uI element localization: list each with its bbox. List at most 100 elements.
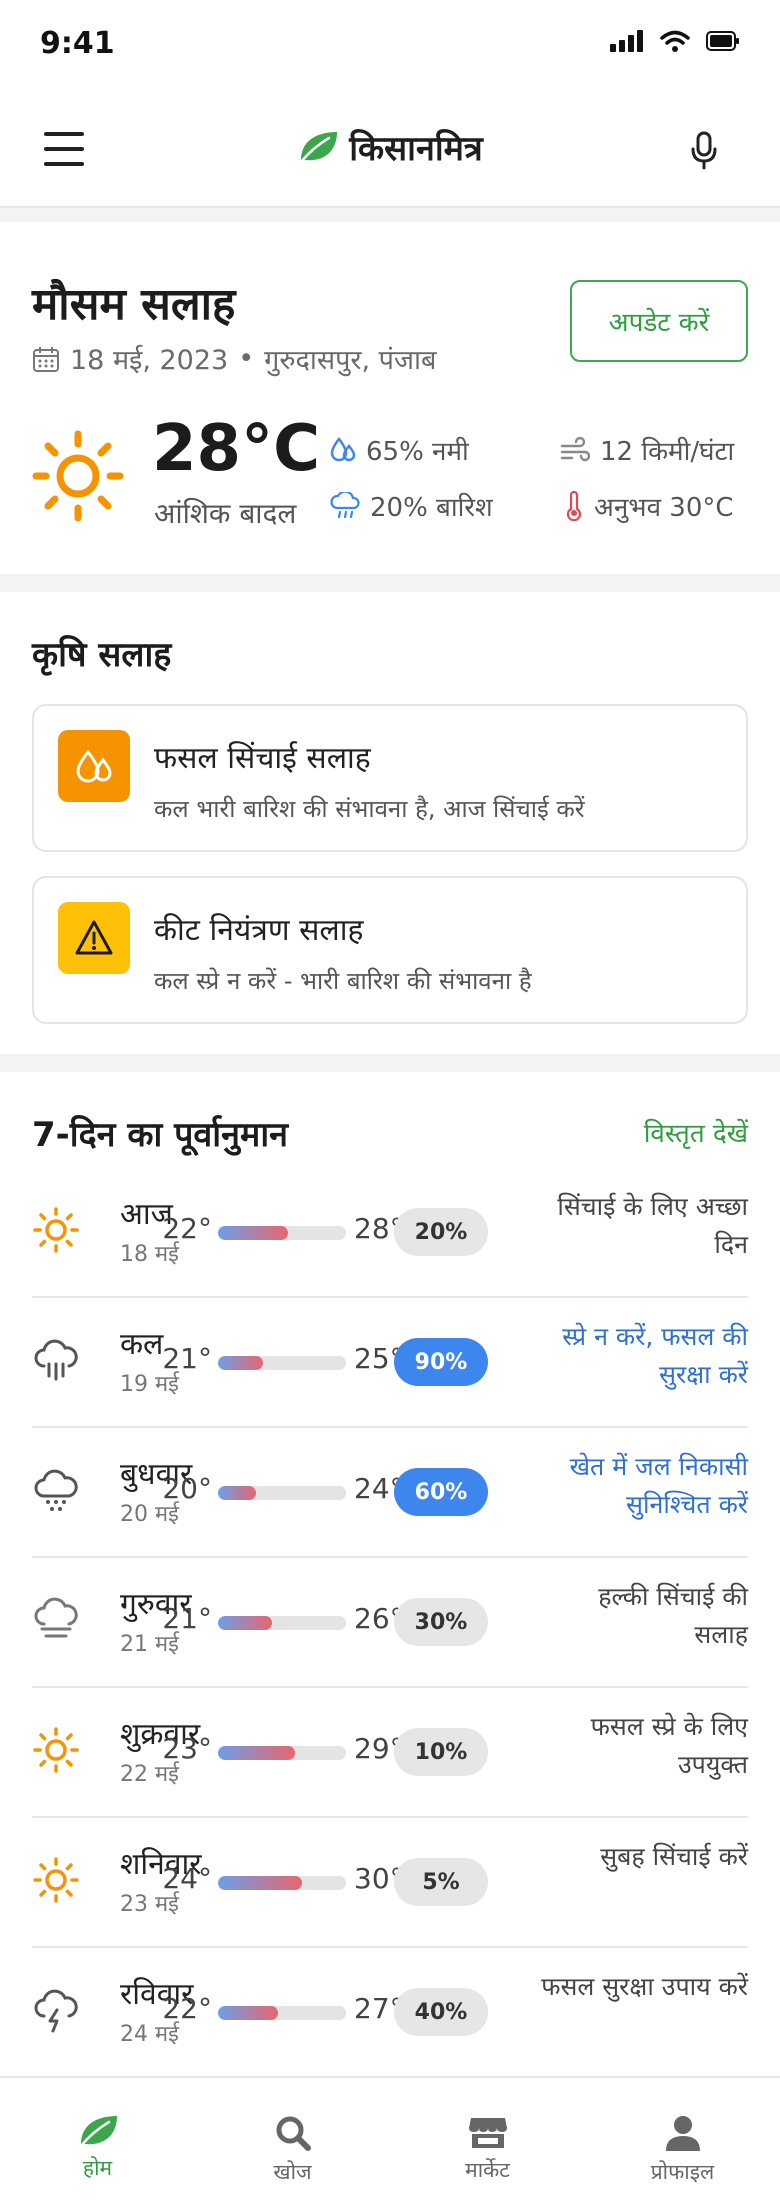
temp-range-bar bbox=[218, 1486, 346, 1500]
wind-value: 12 किमी/घंटा bbox=[600, 437, 735, 467]
nav-home[interactable]: होम bbox=[0, 2078, 195, 2206]
temp-min: 22° bbox=[162, 1212, 212, 1245]
weather-title: मौसम सलाह bbox=[32, 279, 236, 330]
temp-range-bar bbox=[218, 1746, 346, 1760]
rain-icon bbox=[330, 492, 360, 519]
feels-like-value: अनुभव 30°C bbox=[594, 493, 734, 523]
forecast-day-row[interactable]: कल 19 मई 21° 25° 90% स्प्रे न करें, फसल की सु… bbox=[32, 1298, 748, 1428]
nav-label: खोज bbox=[273, 2160, 312, 2184]
day-advice: सुबह सिंचाई करें bbox=[600, 1842, 748, 1871]
wind-icon bbox=[560, 437, 590, 462]
microphone-icon bbox=[691, 131, 717, 170]
day-advice: फसल स्प्रे के लिए उपयुक्त bbox=[590, 1712, 748, 1779]
temp-range-bar bbox=[218, 1616, 346, 1630]
day-advice: फसल सुरक्षा उपाय करें bbox=[541, 1972, 748, 2001]
bottom-nav: होम खोज मार्केट प्रोफाइल bbox=[0, 2076, 780, 2206]
humidity-stat: 65% नमी bbox=[330, 432, 469, 468]
brand-name: किसानमित्र bbox=[349, 129, 483, 169]
rain-chance-badge: 5% bbox=[394, 1858, 488, 1906]
temp-range-fill bbox=[218, 1746, 295, 1760]
weather-meta: 18 मई, 2023 • गुरुदासपुर, पंजाब bbox=[32, 340, 436, 377]
weather-condition: आंशिक बादल bbox=[154, 497, 297, 530]
advice-item-irrigation[interactable]: फसल सिंचाई सलाह कल भारी बारिश की संभावना… bbox=[32, 704, 748, 852]
nav-search[interactable]: खोज bbox=[195, 2078, 390, 2206]
temp-range-bar bbox=[218, 2006, 346, 2020]
thunder-cloud-icon bbox=[32, 1986, 80, 2034]
forecast-card: 7-दिन का पूर्वानुमान विस्तृत देखें आज 18 … bbox=[0, 1072, 780, 2076]
nav-profile[interactable]: प्रोफाइल bbox=[585, 2078, 780, 2206]
drizzle-cloud-icon bbox=[32, 1466, 80, 1514]
rain-chance-badge: 20% bbox=[394, 1208, 488, 1256]
rain-value: 20% बारिश bbox=[370, 493, 493, 523]
view-details-link[interactable]: विस्तृत देखें bbox=[644, 1114, 748, 1150]
temp-range-fill bbox=[218, 1486, 257, 1500]
sun-icon bbox=[32, 1726, 80, 1774]
day-advice: स्प्रे न करें, फसल की सुरक्षा करें bbox=[562, 1322, 748, 1389]
temp-min: 20° bbox=[162, 1472, 212, 1505]
weather-date: 18 मई, 2023 bbox=[70, 345, 229, 376]
sun-icon bbox=[32, 1856, 80, 1904]
thermometer-icon bbox=[566, 491, 582, 521]
status-bar: 9:41 bbox=[0, 0, 780, 90]
advice-item-pest-control[interactable]: कीट नियंत्रण सलाह कल स्प्रे न करें - भार… bbox=[32, 876, 748, 1024]
water-drops-icon bbox=[76, 749, 112, 783]
advice-item-desc: कल स्प्रे न करें - भारी बारिश की संभावना… bbox=[154, 967, 532, 995]
leaf-icon bbox=[79, 2116, 117, 2148]
wind-stat: 12 किमी/घंटा bbox=[560, 432, 734, 468]
rain-cloud-icon bbox=[32, 1336, 80, 1384]
temp-range-fill bbox=[218, 1616, 272, 1630]
nav-label: होम bbox=[82, 2156, 113, 2180]
temp-min: 21° bbox=[162, 1602, 212, 1635]
advice-item-title: कीट नियंत्रण सलाह bbox=[154, 913, 364, 948]
microphone-button[interactable] bbox=[688, 130, 720, 170]
temp-min: 21° bbox=[162, 1342, 212, 1375]
wifi-icon bbox=[660, 30, 690, 52]
status-time: 9:41 bbox=[40, 26, 115, 61]
sun-icon bbox=[32, 1206, 80, 1254]
meta-separator: • bbox=[238, 343, 255, 374]
day-advice: खेत में जल निकासी सुनिश्चित करें bbox=[569, 1452, 748, 1519]
battery-icon bbox=[706, 31, 739, 51]
nav-label: मार्केट bbox=[465, 2158, 510, 2182]
update-button[interactable]: अपडेट करें bbox=[570, 280, 748, 362]
humidity-value: 65% नमी bbox=[366, 437, 469, 467]
rain-chance-badge: 90% bbox=[394, 1338, 488, 1386]
forecast-day-row[interactable]: रविवार 24 मई 22° 27° 40% फसल सुरक्षा उपाय करे… bbox=[32, 1948, 748, 2078]
search-icon bbox=[276, 2116, 311, 2151]
weather-location: गुरुदासपुर, पंजाब bbox=[264, 345, 437, 376]
forecast-day-row[interactable]: शुक्रवार 22 मई 23° 29° 10% फसल स्प्रे के लिए … bbox=[32, 1688, 748, 1818]
rain-chance-badge: 10% bbox=[394, 1728, 488, 1776]
temp-range-bar bbox=[218, 1876, 346, 1890]
temp-range-bar bbox=[218, 1226, 346, 1240]
temp-range-bar bbox=[218, 1356, 346, 1370]
advice-title: कृषि सलाह bbox=[32, 635, 172, 675]
nav-label: प्रोफाइल bbox=[650, 2160, 715, 2184]
fog-cloud-icon bbox=[32, 1596, 80, 1644]
advice-icon-box bbox=[58, 902, 130, 974]
status-icons bbox=[610, 30, 740, 52]
forecast-day-row[interactable]: गुरुवार 21 मई 21° 26° 30% हल्की सिंचाई की सला… bbox=[32, 1558, 748, 1688]
signal-icon bbox=[610, 30, 643, 52]
forecast-day-row[interactable]: बुधवार 20 मई 20° 24° 60% खेत में जल निकासी सु… bbox=[32, 1428, 748, 1558]
current-temperature: 28°C bbox=[152, 412, 321, 486]
brand[interactable]: किसानमित्र bbox=[0, 124, 780, 170]
forecast-day-row[interactable]: शनिवार 23 मई 24° 30° 5% सुबह सिंचाई करें bbox=[32, 1818, 748, 1948]
nav-market[interactable]: मार्केट bbox=[390, 2078, 585, 2206]
temp-range-fill bbox=[218, 1356, 263, 1370]
temp-range-fill bbox=[218, 2006, 279, 2020]
temp-min: 22° bbox=[162, 1992, 212, 2025]
user-icon bbox=[665, 2116, 700, 2151]
temp-range-fill bbox=[218, 1226, 289, 1240]
forecast-day-row[interactable]: आज 18 मई 22° 28° 20% सिंचाई के लिए अच्छा दिन bbox=[32, 1168, 748, 1298]
rain-stat: 20% बारिश bbox=[330, 488, 493, 524]
temp-min: 23° bbox=[162, 1732, 212, 1765]
forecast-title: 7-दिन का पूर्वानुमान bbox=[32, 1115, 288, 1155]
warning-icon bbox=[75, 920, 113, 955]
feels-like-stat: अनुभव 30°C bbox=[564, 488, 734, 524]
weather-card: मौसम सलाह 18 मई, 2023 • गुरुदासपुर, पंजा… bbox=[0, 222, 780, 574]
temp-min: 24° bbox=[162, 1862, 212, 1895]
store-icon bbox=[468, 2118, 507, 2148]
advice-item-title: फसल सिंचाई सलाह bbox=[154, 741, 371, 776]
app-header: किसानमित्र bbox=[0, 90, 780, 208]
advice-item-desc: कल भारी बारिश की संभावना है, आज सिंचाई क… bbox=[154, 795, 585, 823]
